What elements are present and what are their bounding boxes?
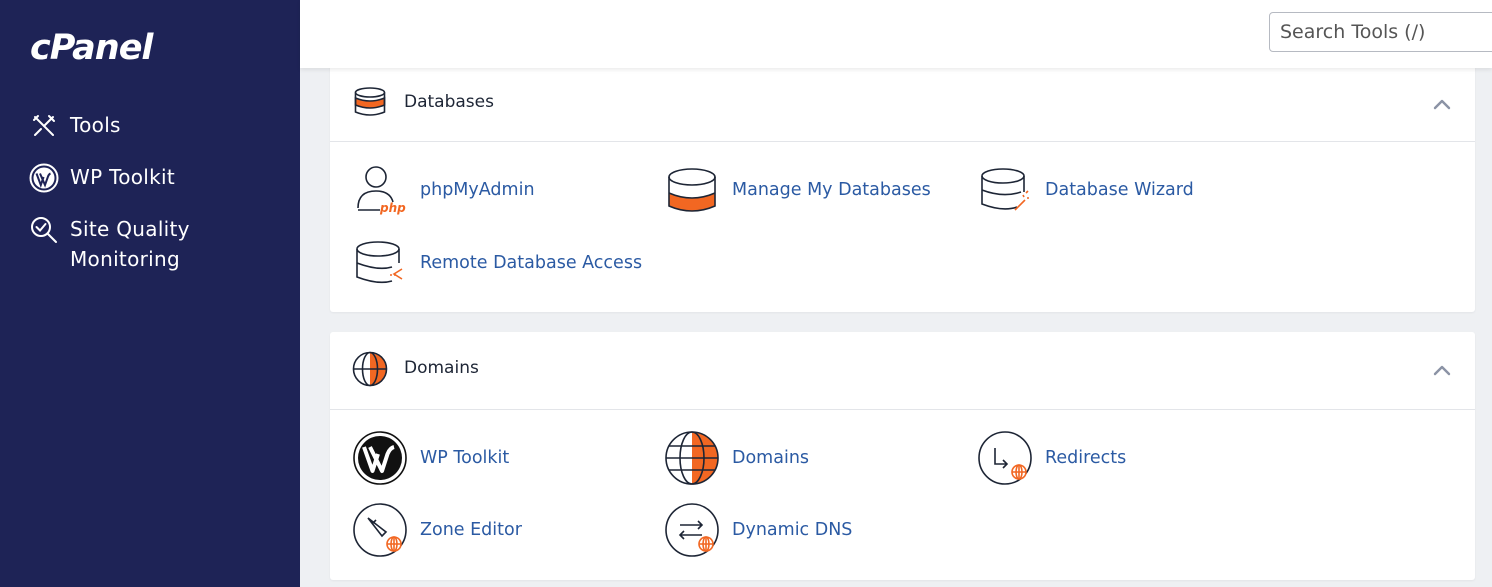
tool-label: WP Toolkit xyxy=(420,448,510,468)
tool-manage-my-databases[interactable]: Manage My Databases xyxy=(664,162,931,218)
tool-label: Database Wizard xyxy=(1045,180,1194,200)
tool-label: Domains xyxy=(732,448,810,468)
database-wizard-icon xyxy=(977,162,1033,218)
tool-zone-editor[interactable]: Zone Editor xyxy=(352,502,522,558)
dynamic-dns-icon xyxy=(664,502,720,558)
cpanel-logo[interactable]: cPanel xyxy=(30,28,153,68)
wordpress-icon xyxy=(28,162,60,194)
databases-section: Databases php phpMyAdmin Manage My Datab… xyxy=(330,62,1475,312)
tool-redirects[interactable]: Redirects xyxy=(977,430,1126,486)
globe-icon xyxy=(664,430,720,486)
sidebar-item-wp-toolkit[interactable]: WP Toolkit xyxy=(28,162,288,194)
sidebar-item-label: WP Toolkit xyxy=(70,165,176,189)
tool-database-wizard[interactable]: Database Wizard xyxy=(977,162,1194,218)
top-header xyxy=(300,0,1492,68)
svg-text:php: php xyxy=(379,201,406,215)
database-icon xyxy=(352,84,388,120)
search-input[interactable] xyxy=(1269,12,1492,52)
collapse-chevron-icon[interactable] xyxy=(1431,360,1453,382)
phpmyadmin-icon: php xyxy=(352,162,408,218)
tool-label: Remote Database Access xyxy=(420,253,643,273)
tool-label: phpMyAdmin xyxy=(420,180,535,200)
tools-icon xyxy=(28,110,60,142)
tool-label: Redirects xyxy=(1045,448,1127,468)
sidebar: cPanel Tools WP Toolkit Site Quality Mon… xyxy=(0,0,300,587)
databases-section-header[interactable]: Databases xyxy=(330,62,1475,142)
database-icon xyxy=(664,162,720,218)
domains-section-header[interactable]: Domains xyxy=(330,332,1475,410)
sidebar-item-tools[interactable]: Tools xyxy=(28,110,288,142)
sidebar-item-label: Tools xyxy=(70,113,121,137)
tool-label: Dynamic DNS xyxy=(732,520,853,540)
zone-editor-icon xyxy=(352,502,408,558)
domains-section: Domains WP Toolkit Domains Redirects Zon… xyxy=(330,332,1475,580)
sidebar-nav: Tools WP Toolkit Site Quality Monitoring xyxy=(28,110,288,294)
section-title: Domains xyxy=(404,358,479,378)
tool-domains[interactable]: Domains xyxy=(664,430,809,486)
sidebar-item-label: Site Quality Monitoring xyxy=(70,217,190,271)
section-title: Databases xyxy=(404,92,494,112)
tool-label: Zone Editor xyxy=(420,520,522,540)
tool-dynamic-dns[interactable]: Dynamic DNS xyxy=(664,502,852,558)
tool-wp-toolkit[interactable]: WP Toolkit xyxy=(352,430,509,486)
tool-remote-database-access[interactable]: Remote Database Access xyxy=(352,235,642,291)
collapse-chevron-icon[interactable] xyxy=(1431,94,1453,116)
tool-phpmyadmin[interactable]: php phpMyAdmin xyxy=(352,162,535,218)
redirect-icon xyxy=(977,430,1033,486)
wordpress-icon xyxy=(352,430,408,486)
sidebar-item-site-quality[interactable]: Site Quality Monitoring xyxy=(28,214,288,274)
tool-label: Manage My Databases xyxy=(732,180,931,200)
globe-icon xyxy=(352,351,388,387)
remote-database-icon xyxy=(352,235,408,291)
site-quality-icon xyxy=(28,214,60,246)
